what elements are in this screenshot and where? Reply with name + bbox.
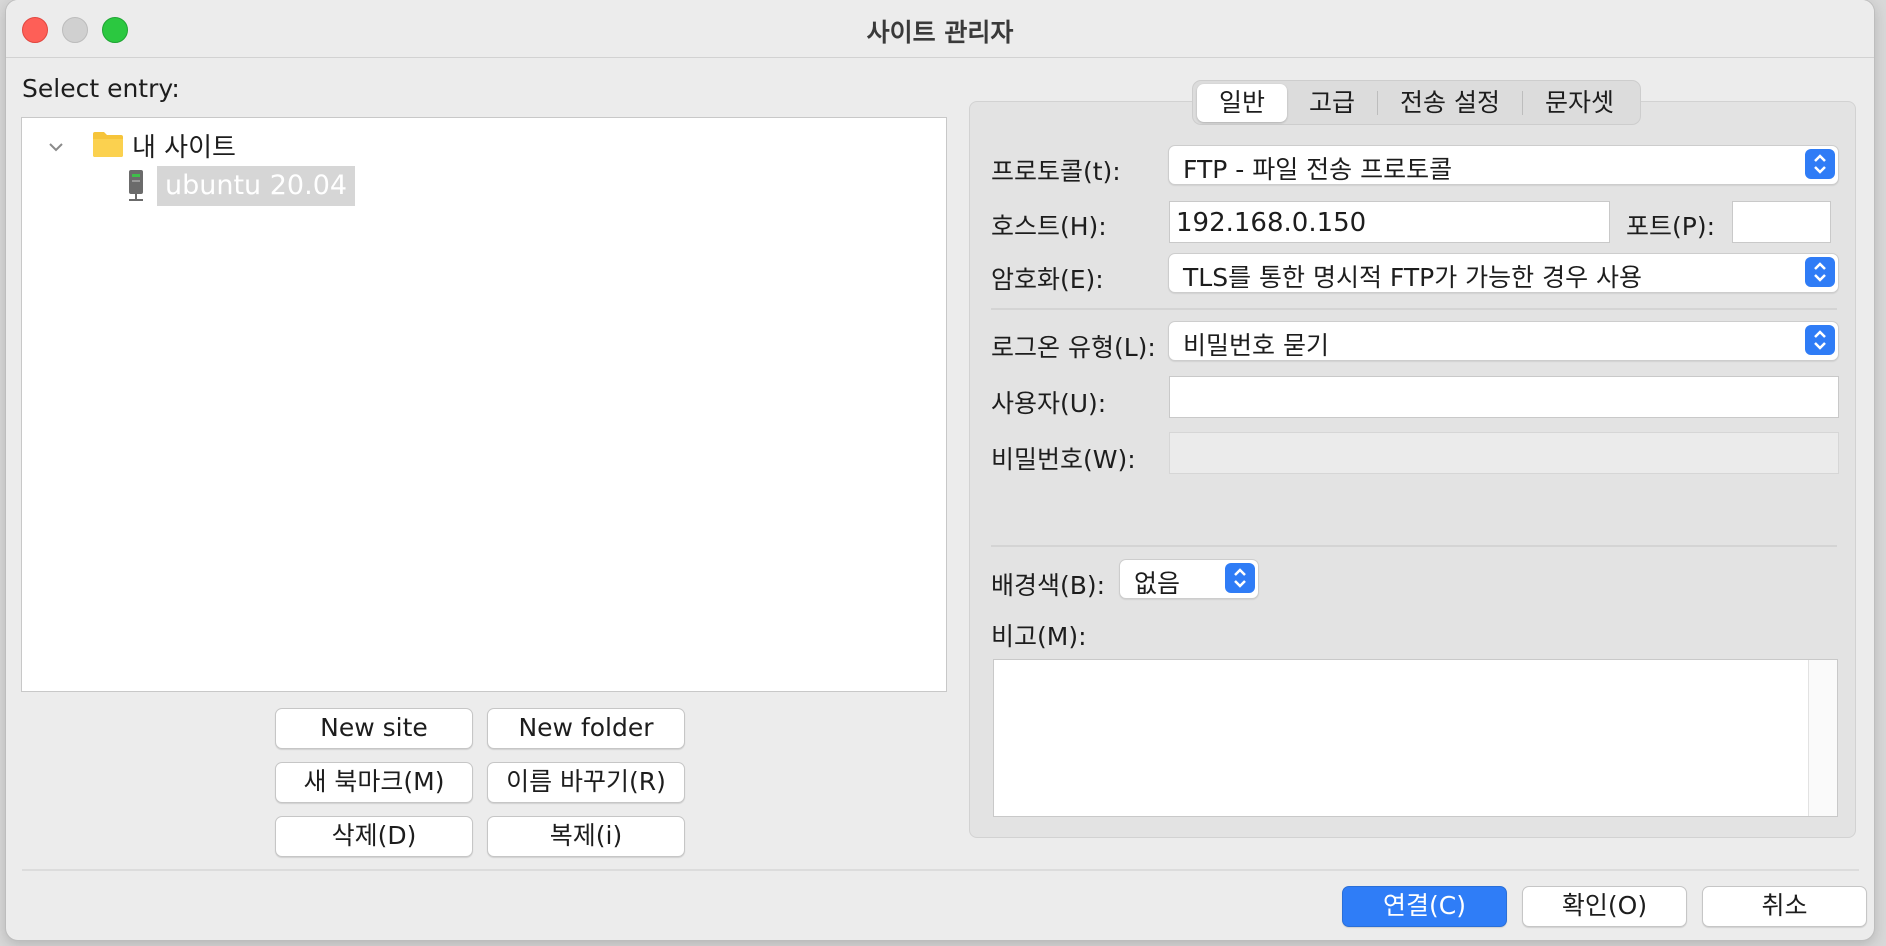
window-title: 사이트 관리자 — [866, 18, 1014, 47]
delete-button[interactable]: 삭제(D) — [275, 816, 473, 857]
host-label: 호스트(H): — [991, 212, 1107, 241]
new-site-button[interactable]: New site — [275, 708, 473, 749]
host-input[interactable]: 192.168.0.150 — [1169, 201, 1610, 243]
tab-advanced[interactable]: 고급 — [1287, 84, 1377, 122]
comments-scrollbar[interactable] — [1808, 660, 1837, 816]
new-bookmark-button[interactable]: 새 북마크(M) — [275, 762, 473, 803]
section-divider — [991, 308, 1837, 310]
user-input[interactable] — [1169, 376, 1839, 418]
tab-transfer-settings[interactable]: 전송 설정 — [1378, 84, 1522, 122]
site-tree[interactable]: 내 사이트 ubuntu 20.04 — [21, 117, 947, 692]
comments-textarea[interactable] — [993, 659, 1838, 817]
logon-type-select[interactable]: 비밀번호 묻기 — [1168, 321, 1839, 361]
protocol-label: 프로토콜(t): — [991, 157, 1121, 186]
cancel-button[interactable]: 취소 — [1702, 886, 1867, 927]
rename-button[interactable]: 이름 바꾸기(R) — [487, 762, 685, 803]
user-label: 사용자(U): — [991, 389, 1107, 418]
settings-tabs: 일반 고급 전송 설정 문자셋 — [1192, 80, 1641, 125]
tree-site-ubuntu[interactable]: ubuntu 20.04 — [157, 166, 356, 206]
chevron-down-icon[interactable] — [46, 137, 66, 157]
background-color-label: 배경색(B): — [991, 571, 1106, 600]
encryption-label: 암호화(E): — [991, 265, 1104, 294]
port-label: 포트(P): — [1626, 212, 1716, 241]
background-color-value: 없음 — [1134, 569, 1181, 598]
tab-general[interactable]: 일반 — [1197, 83, 1288, 122]
tree-root-my-sites[interactable]: 내 사이트 — [132, 127, 236, 164]
server-icon — [129, 170, 143, 201]
password-input[interactable] — [1169, 432, 1839, 474]
title-bar: 사이트 관리자 — [6, 0, 1874, 58]
protocol-select[interactable]: FTP - 파일 전송 프로토콜 — [1168, 145, 1839, 185]
select-entry-label: Select entry: — [22, 74, 180, 103]
logon-type-label: 로그온 유형(L): — [991, 333, 1156, 362]
select-arrows-icon — [1805, 257, 1835, 287]
duplicate-button[interactable]: 복제(i) — [487, 816, 685, 857]
section-divider — [991, 545, 1837, 547]
ok-button[interactable]: 확인(O) — [1522, 886, 1687, 927]
background-color-select[interactable]: 없음 — [1119, 559, 1259, 599]
new-folder-button[interactable]: New folder — [487, 708, 685, 749]
host-value: 192.168.0.150 — [1176, 208, 1367, 238]
connect-button[interactable]: 연결(C) — [1342, 886, 1507, 927]
site-manager-window: 사이트 관리자 Select entry: 내 사이트 ubuntu 20.04… — [6, 0, 1874, 940]
encryption-value: TLS를 통한 명시적 FTP가 가능한 경우 사용 — [1183, 263, 1643, 292]
select-arrows-icon — [1805, 149, 1835, 179]
select-arrows-icon — [1225, 563, 1255, 593]
tab-charset[interactable]: 문자셋 — [1523, 84, 1636, 122]
encryption-select[interactable]: TLS를 통한 명시적 FTP가 가능한 경우 사용 — [1168, 253, 1839, 293]
comments-label: 비고(M): — [991, 622, 1087, 651]
port-input[interactable] — [1732, 201, 1831, 243]
logon-type-value: 비밀번호 묻기 — [1183, 331, 1329, 360]
protocol-value: FTP - 파일 전송 프로토콜 — [1183, 155, 1453, 184]
password-label: 비밀번호(W): — [991, 445, 1136, 474]
select-arrows-icon — [1805, 325, 1835, 355]
folder-icon — [93, 132, 123, 157]
footer-divider — [22, 869, 1859, 871]
